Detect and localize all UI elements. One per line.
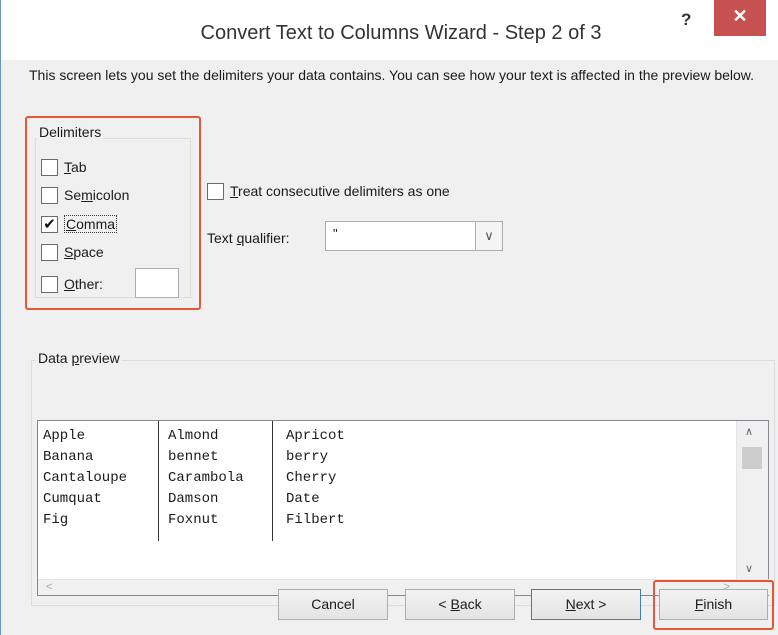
delimiter-other[interactable]: Other: <box>41 273 103 295</box>
column-break-1[interactable] <box>158 421 159 541</box>
next-button[interactable]: Next > <box>531 589 641 620</box>
preview-cell: Damson <box>168 491 219 507</box>
title-bar: Convert Text to Columns Wizard - Step 2 … <box>1 0 778 60</box>
back-button[interactable]: < Back <box>405 589 515 620</box>
preview-cell: Almond <box>168 428 219 444</box>
close-icon: ✕ <box>732 6 748 26</box>
text-qualifier-label: Text qualifier: <box>207 230 290 246</box>
text-qualifier-select[interactable]: " ∨ <box>325 221 503 251</box>
finish-button[interactable]: Finish <box>659 589 768 620</box>
scroll-up-icon[interactable]: ∧ <box>745 425 753 438</box>
preview-cell: Cherry <box>286 470 337 486</box>
delimiter-comma[interactable]: ✔ Comma <box>41 213 118 235</box>
preview-cell: Carambola <box>168 470 244 486</box>
data-preview-label: Data preview <box>36 350 122 366</box>
semicolon-checkbox[interactable] <box>41 186 58 204</box>
data-preview-pane[interactable]: Apple Almond Apricot Banana bennet berry… <box>37 420 770 596</box>
preview-cell: Filbert <box>286 512 345 528</box>
scroll-left-icon[interactable]: < <box>46 581 52 593</box>
dialog-content: This screen lets you set the delimiters … <box>1 60 778 635</box>
description-text: This screen lets you set the delimiters … <box>29 67 755 83</box>
checkmark-icon: ✔ <box>43 215 56 233</box>
help-button[interactable]: ? <box>681 10 691 30</box>
wizard-dialog: Convert Text to Columns Wizard - Step 2 … <box>0 0 778 635</box>
delimiter-tab[interactable]: Tab <box>41 156 87 178</box>
consecutive-checkbox[interactable] <box>207 182 224 200</box>
comma-checkbox[interactable]: ✔ <box>41 215 58 233</box>
preview-cell: Apricot <box>286 428 345 444</box>
cancel-button[interactable]: Cancel <box>278 589 388 620</box>
delimiter-semicolon[interactable]: Semicolon <box>41 184 129 206</box>
treat-consecutive-option[interactable]: Treat consecutive delimiters as one <box>207 180 450 202</box>
scroll-down-icon[interactable]: ∨ <box>745 562 753 575</box>
scroll-thumb[interactable] <box>742 447 762 469</box>
preview-cell: Fig <box>43 512 69 528</box>
preview-cell: bennet <box>168 449 219 465</box>
preview-cell: Date <box>286 491 320 507</box>
text-qualifier-value: " <box>333 226 338 241</box>
preview-cell: Cumquat <box>43 491 102 507</box>
close-button[interactable]: ✕ <box>714 0 766 36</box>
delimiter-space[interactable]: Space <box>41 241 104 263</box>
other-delimiter-input[interactable] <box>135 268 179 298</box>
other-checkbox[interactable] <box>41 275 58 293</box>
chevron-down-icon[interactable]: ∨ <box>475 222 502 250</box>
tab-checkbox[interactable] <box>41 158 58 176</box>
preview-cell: Apple <box>43 428 86 444</box>
vertical-scrollbar[interactable]: ∧ ∨ <box>736 421 768 581</box>
column-break-2[interactable] <box>272 421 273 541</box>
preview-cell: Cantaloupe <box>43 470 128 486</box>
preview-cell: berry <box>286 449 329 465</box>
preview-cell: Banana <box>43 449 94 465</box>
delimiters-label: Delimiters <box>37 124 104 140</box>
dialog-title: Convert Text to Columns Wizard - Step 2 … <box>200 22 602 44</box>
preview-cell: Foxnut <box>168 512 219 528</box>
space-checkbox[interactable] <box>41 243 58 261</box>
